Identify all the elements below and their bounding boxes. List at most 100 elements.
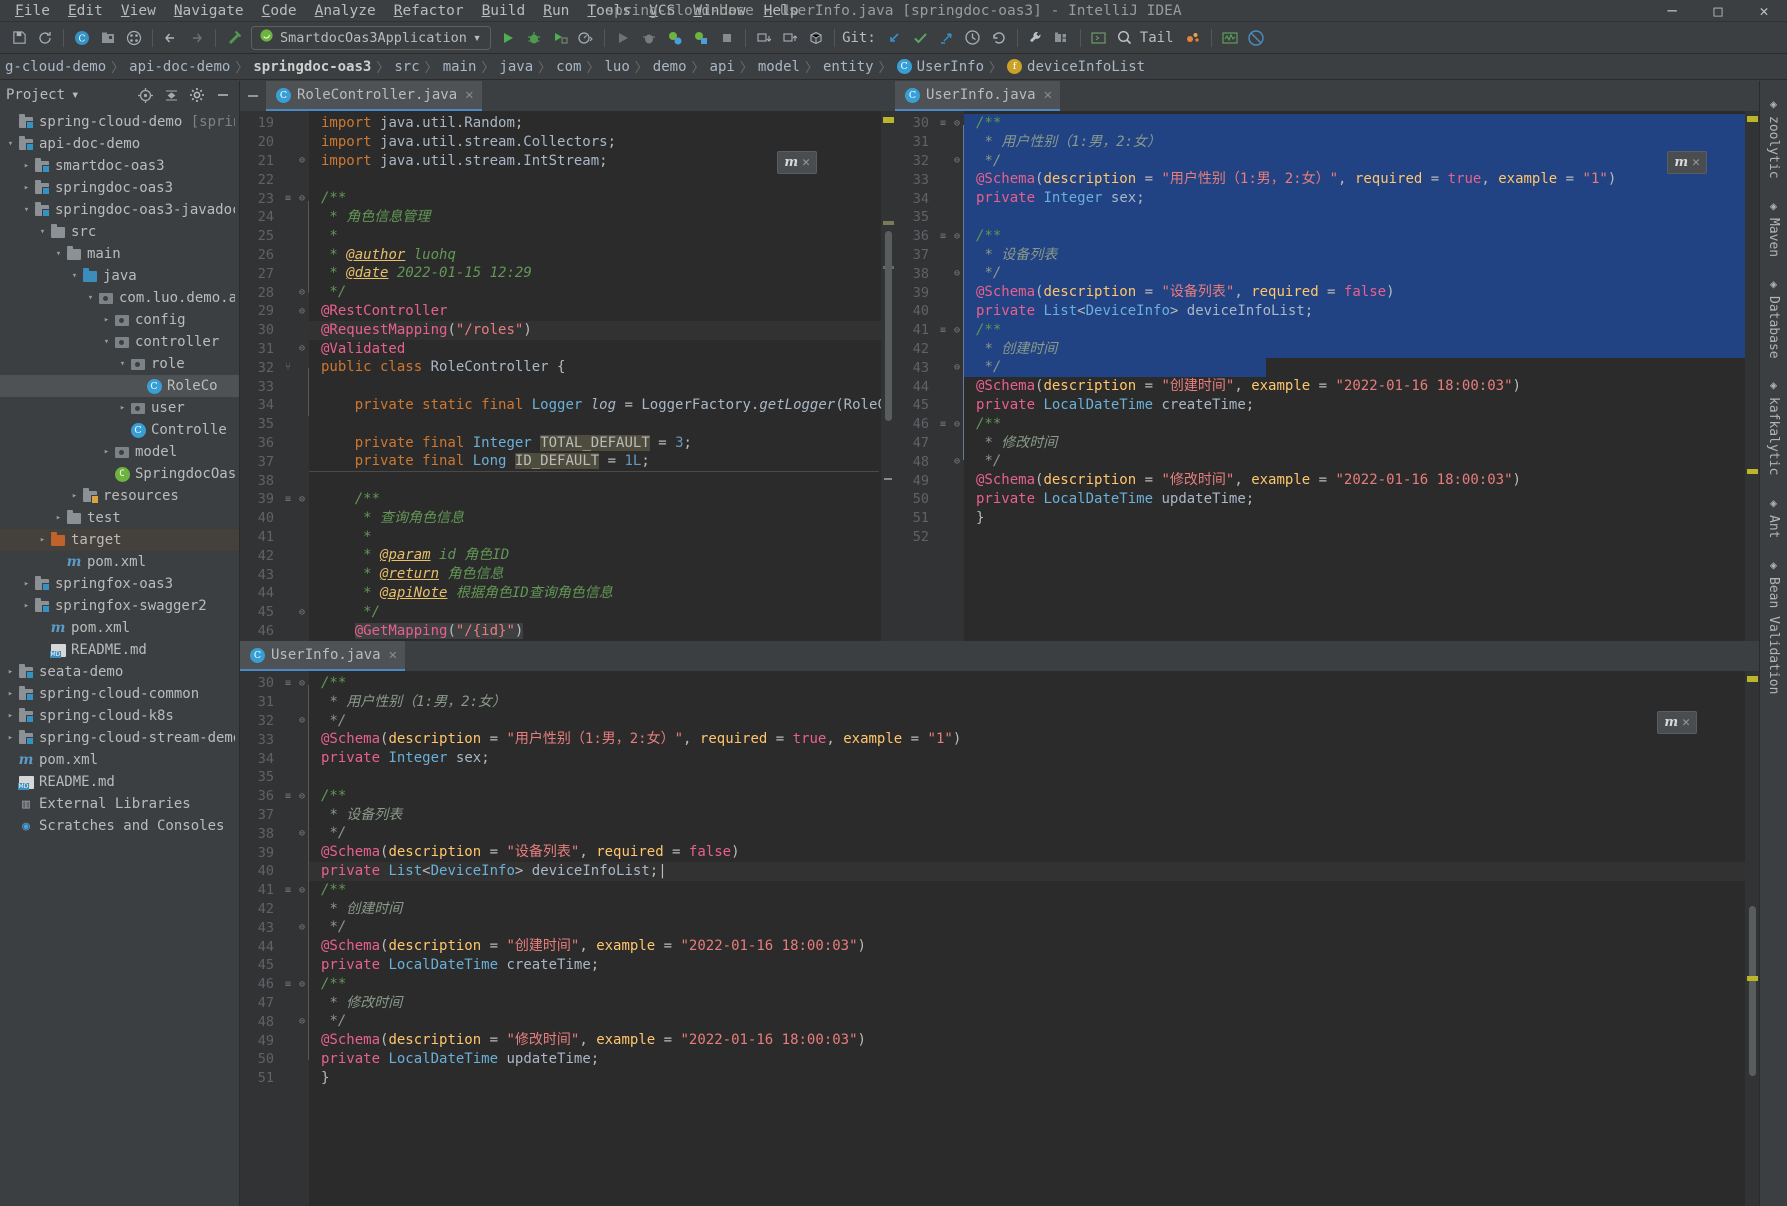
- close-icon[interactable]: ✕: [1692, 155, 1700, 170]
- code-line-49[interactable]: @Schema(description = "修改时间", example = …: [964, 471, 1759, 490]
- warning-marker[interactable]: [1747, 469, 1758, 474]
- maven-reimport-badge[interactable]: m ✕: [1657, 711, 1697, 734]
- tree-expand-arrow-icon[interactable]: ▸: [52, 513, 65, 523]
- tree-item-user[interactable]: ▸ user: [0, 397, 239, 419]
- tree-item-readme-md[interactable]: README.md: [0, 639, 239, 661]
- code-line-33[interactable]: [309, 377, 895, 396]
- tree-item-controller[interactable]: ▾ controller: [0, 331, 239, 353]
- code-fold-icon[interactable]: ⊖: [295, 287, 309, 298]
- code-line-28[interactable]: */: [309, 283, 895, 302]
- code-fold-icon[interactable]: ⊖: [950, 155, 964, 166]
- code-line-40[interactable]: private List<DeviceInfo> deviceInfoList;: [964, 301, 1759, 321]
- javadoc-marker-icon[interactable]: ≡: [281, 885, 295, 896]
- breadcrumb-item-userinfo[interactable]: C UserInfo: [892, 59, 989, 75]
- search-icon[interactable]: [1112, 25, 1138, 51]
- tab-user-info-bottom[interactable]: C UserInfo.java ✕: [240, 641, 406, 671]
- error-stripe-bottom[interactable]: [1745, 671, 1759, 1206]
- breadcrumb-item-api[interactable]: api: [705, 59, 740, 75]
- breadcrumb-item-main[interactable]: main: [438, 59, 482, 75]
- tree-item-test[interactable]: ▸ test: [0, 507, 239, 529]
- breadcrumb-item-g-cloud-demo[interactable]: g-cloud-demo: [0, 59, 111, 75]
- maven-reimport-badge[interactable]: m ✕: [1667, 151, 1707, 174]
- warning-marker[interactable]: [1747, 676, 1758, 682]
- code-line-30[interactable]: /**: [309, 674, 1759, 693]
- settings-wrench-icon[interactable]: [1023, 25, 1049, 51]
- tree-item-config[interactable]: ▸ config: [0, 309, 239, 331]
- tree-expand-arrow-icon[interactable]: ▸: [100, 447, 113, 457]
- tree-item-resources[interactable]: ▸ resources: [0, 485, 239, 507]
- tree-item-java[interactable]: ▾ java: [0, 265, 239, 287]
- tree-item-springfox-oas3[interactable]: ▸ springfox-oas3: [0, 573, 239, 595]
- code-line-36[interactable]: /**: [309, 787, 1759, 806]
- breadcrumb-item-entity[interactable]: entity: [818, 59, 879, 75]
- code-line-25[interactable]: *: [309, 227, 895, 246]
- tree-item-springdoc-oas3-javadoc[interactable]: ▾ springdoc-oas3-javadoc: [0, 199, 239, 221]
- code-fold-icon[interactable]: ⊖: [295, 791, 309, 802]
- code-line-38[interactable]: */: [309, 824, 1759, 843]
- code-line-40[interactable]: private List<DeviceInfo> deviceInfoList;…: [309, 861, 1759, 881]
- tree-item-springdoc-oas3[interactable]: ▸ springdoc-oas3: [0, 177, 239, 199]
- breadcrumb-item-java[interactable]: java: [494, 59, 538, 75]
- code-fold-icon[interactable]: ⊖: [295, 494, 309, 505]
- git-history-icon[interactable]: [960, 25, 986, 51]
- tree-expand-arrow-icon[interactable]: ▸: [36, 535, 49, 545]
- collapse-all-icon[interactable]: [161, 85, 181, 105]
- code-line-30[interactable]: @RequestMapping("/roles"): [309, 320, 895, 340]
- menu-item-navigate[interactable]: Navigate: [165, 2, 253, 20]
- breadcrumb-item-luo[interactable]: luo: [599, 59, 634, 75]
- code-line-37[interactable]: * 设备列表: [964, 245, 1759, 265]
- hide-editor-icon[interactable]: [240, 81, 266, 111]
- code-fold-icon[interactable]: ⊖: [295, 922, 309, 933]
- code-line-24[interactable]: * 角色信息管理: [309, 208, 895, 227]
- code-line-47[interactable]: * 修改时间: [964, 434, 1759, 453]
- tree-item-api-doc-demo[interactable]: ▾ api-doc-demo: [0, 133, 239, 155]
- code-fold-icon[interactable]: ⊖: [950, 362, 964, 373]
- stop-icon[interactable]: [714, 25, 740, 51]
- code-line-50[interactable]: private LocalDateTime updateTime;: [309, 1050, 1759, 1069]
- code-line-36[interactable]: private final Integer TOTAL_DEFAULT = 3;: [309, 434, 895, 453]
- code-content-left[interactable]: import java.util.Random; import java.util…: [309, 111, 895, 641]
- code-line-33[interactable]: @Schema(description = "用户性别（1:男，2:女）", r…: [309, 730, 1759, 749]
- javadoc-marker-icon[interactable]: ≡: [936, 325, 950, 336]
- code-fold-icon[interactable]: ⊖: [295, 607, 309, 618]
- menu-item-view[interactable]: View: [112, 2, 165, 20]
- javadoc-marker-icon[interactable]: ≡: [281, 791, 295, 802]
- code-line-19[interactable]: import java.util.Random;: [309, 114, 895, 133]
- menu-item-run[interactable]: Run: [534, 2, 578, 20]
- tree-expand-arrow-icon[interactable]: ▸: [20, 601, 33, 611]
- code-line-43[interactable]: * @return 角色信息: [309, 565, 895, 584]
- tree-expand-arrow-icon[interactable]: ▸: [4, 733, 17, 743]
- breadcrumb-item-deviceinfolist[interactable]: f deviceInfoList: [1002, 59, 1150, 75]
- run-dashboard-icon[interactable]: [610, 25, 636, 51]
- back-icon[interactable]: [158, 25, 184, 51]
- code-line-20[interactable]: import java.util.stream.Collectors;: [309, 133, 895, 152]
- code-line-48[interactable]: */: [964, 452, 1759, 471]
- info-marker[interactable]: [884, 478, 892, 480]
- code-line-44[interactable]: @Schema(description = "创建时间", example = …: [964, 377, 1759, 396]
- code-line-34[interactable]: private Integer sex;: [964, 189, 1759, 208]
- code-fold-icon[interactable]: ⊖: [950, 268, 964, 279]
- code-fold-icon[interactable]: ⊖: [295, 343, 309, 354]
- code-fold-icon[interactable]: ⊖: [295, 715, 309, 726]
- build-module-icon[interactable]: [688, 25, 714, 51]
- javadoc-marker-icon[interactable]: ≡: [281, 979, 295, 990]
- code-line-34[interactable]: private Integer sex;: [309, 749, 1759, 768]
- tree-item-target[interactable]: ▸ target: [0, 529, 239, 551]
- tail-icon[interactable]: [1180, 25, 1206, 51]
- code-line-44[interactable]: * @apiNote 根据角色ID查询角色信息: [309, 584, 895, 603]
- javadoc-marker-icon[interactable]: ⑂: [281, 362, 295, 373]
- menu-item-analyze[interactable]: Analyze: [306, 2, 385, 20]
- code-fold-icon[interactable]: ⊖: [295, 193, 309, 204]
- git-commit-icon[interactable]: [908, 25, 934, 51]
- code-line-41[interactable]: /**: [309, 881, 1759, 900]
- menu-item-build[interactable]: Build: [473, 2, 535, 20]
- monitor-icon[interactable]: [1217, 25, 1243, 51]
- error-stripe-left[interactable]: [881, 111, 895, 641]
- code-line-42[interactable]: * 创建时间: [309, 900, 1759, 919]
- code-line-49[interactable]: @Schema(description = "修改时间", example = …: [309, 1031, 1759, 1050]
- scrollbar-thumb-left[interactable]: [885, 231, 892, 421]
- code-line-39[interactable]: @Schema(description = "设备列表", required =…: [964, 283, 1759, 302]
- hide-panel-icon[interactable]: [213, 85, 233, 105]
- code-line-40[interactable]: * 查询角色信息: [309, 509, 895, 528]
- code-line-38[interactable]: [309, 471, 895, 490]
